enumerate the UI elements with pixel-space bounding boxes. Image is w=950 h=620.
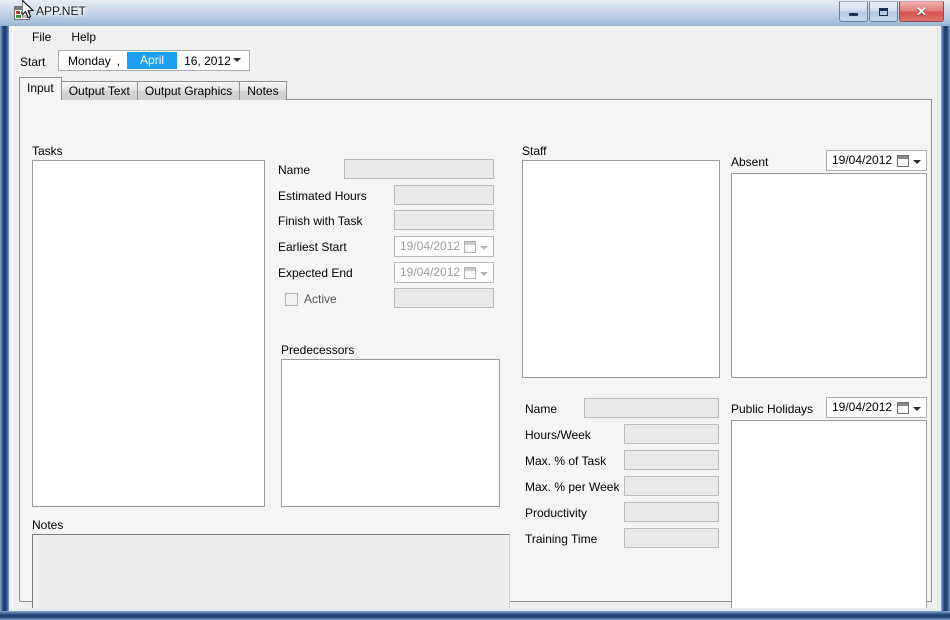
calendar-icon <box>897 155 909 167</box>
chevron-down-icon[interactable] <box>913 160 921 164</box>
absent-listbox[interactable] <box>731 173 927 378</box>
mouse-cursor <box>22 0 35 19</box>
task-estimated-hours-input[interactable] <box>394 185 494 205</box>
menu-item-file[interactable]: File <box>22 27 61 48</box>
staff-name-input[interactable] <box>584 398 719 418</box>
window-title: APP.NET <box>36 4 86 18</box>
application-window: APP.NET ✕ File Help Start Monday , April… <box>0 0 950 620</box>
minimize-button[interactable] <box>839 1 868 22</box>
staff-max-pct-of-task-input[interactable] <box>624 450 719 470</box>
tab-output-text[interactable]: Output Text <box>60 81 138 100</box>
close-icon: ✕ <box>916 4 927 19</box>
task-name-label: Name <box>278 163 311 177</box>
tab-input[interactable]: Input <box>19 77 62 100</box>
task-earliest-start-label: Earliest Start <box>278 240 347 254</box>
task-expected-end-label: Expected End <box>278 266 353 280</box>
public-holidays-datepicker[interactable]: 19/04/2012 <box>826 397 927 418</box>
staff-hours-per-week-label: Hours/Week <box>525 428 591 442</box>
notes-textarea[interactable] <box>32 534 510 608</box>
staff-max-pct-per-week-label: Max. % per Week <box>525 480 620 494</box>
staff-training-time-label: Training Time <box>525 532 598 546</box>
staff-max-pct-of-task-label: Max. % of Task <box>525 454 607 468</box>
start-date-month[interactable]: April <box>127 52 178 69</box>
checkbox-icon[interactable] <box>285 292 298 306</box>
notes-group-label: Notes <box>32 518 64 532</box>
window-border-inner-right <box>938 26 941 611</box>
start-date-daynumber[interactable]: 16, 2012 <box>184 54 231 68</box>
menu-item-help[interactable]: Help <box>61 27 106 48</box>
staff-group-label: Staff <box>522 144 547 158</box>
window-border-bottom <box>0 611 950 620</box>
window-border-right <box>941 26 950 620</box>
absent-datepicker[interactable]: 19/04/2012 <box>826 150 927 171</box>
tasks-group-label: Tasks <box>32 144 63 158</box>
task-expected-end-datepicker[interactable]: 19/04/2012 <box>394 262 494 283</box>
task-finish-with-task-input[interactable] <box>394 210 494 230</box>
start-date-row: Start Monday , April 16, 2012 <box>13 50 937 76</box>
maximize-button[interactable] <box>869 1 898 22</box>
public-holidays-label: Public Holidays <box>731 402 814 416</box>
window-border-left <box>0 26 9 620</box>
chevron-down-icon[interactable] <box>480 272 488 276</box>
public-holidays-listbox[interactable] <box>731 420 927 608</box>
absent-label: Absent <box>731 155 769 169</box>
staff-productivity-label: Productivity <box>525 506 588 520</box>
staff-training-time-input[interactable] <box>624 528 719 548</box>
tab-notes[interactable]: Notes <box>239 81 287 100</box>
calendar-icon <box>464 241 476 253</box>
predecessors-group-label: Predecessors <box>281 343 355 357</box>
staff-name-label: Name <box>525 402 558 416</box>
start-label: Start <box>20 55 46 69</box>
public-holidays-date-value: 19/04/2012 <box>832 400 893 414</box>
title-bar[interactable]: APP.NET ✕ <box>0 0 950 26</box>
tab-output-graphics[interactable]: Output Graphics <box>136 81 241 100</box>
chevron-down-icon[interactable] <box>480 246 488 250</box>
chevron-down-icon[interactable] <box>233 58 241 62</box>
chevron-down-icon[interactable] <box>913 407 921 411</box>
tab-page-input: Tasks Name Estimated Hours Finish with T… <box>19 99 932 608</box>
task-name-input[interactable] <box>344 159 494 179</box>
tasks-listbox[interactable] <box>32 160 265 507</box>
client-area: File Help Start Monday , April 16, 2012 … <box>12 26 938 608</box>
start-date-comma: , <box>116 53 121 68</box>
start-date-weekday: Monday <box>68 53 111 68</box>
staff-productivity-input[interactable] <box>624 502 719 522</box>
predecessors-listbox[interactable] <box>281 359 500 507</box>
task-finish-with-task-label: Finish with Task <box>278 214 363 228</box>
task-expected-end-value: 19/04/2012 <box>400 265 461 279</box>
absent-date-value: 19/04/2012 <box>832 153 893 167</box>
menu-bar: File Help <box>13 26 937 48</box>
task-active-checkbox[interactable]: Active <box>285 292 337 306</box>
staff-hours-per-week-input[interactable] <box>624 424 719 444</box>
window-border-inner-bottom <box>9 608 941 611</box>
staff-max-pct-per-week-input[interactable] <box>624 476 719 496</box>
calendar-icon <box>897 402 909 414</box>
task-earliest-start-datepicker[interactable]: 19/04/2012 <box>394 236 494 257</box>
task-active-label: Active <box>304 292 337 306</box>
close-button[interactable]: ✕ <box>899 1 944 22</box>
tab-strip: Input Output Text Output Graphics Notes <box>19 77 287 100</box>
staff-listbox[interactable] <box>522 160 720 378</box>
maximize-icon <box>870 2 897 21</box>
start-date-picker[interactable]: Monday , April 16, 2012 <box>58 50 250 71</box>
task-earliest-start-value: 19/04/2012 <box>400 239 461 253</box>
task-estimated-hours-label: Estimated Hours <box>278 189 367 203</box>
window-controls: ✕ <box>838 1 944 22</box>
calendar-icon <box>464 267 476 279</box>
minimize-icon <box>840 2 867 21</box>
task-active-input[interactable] <box>394 288 494 308</box>
